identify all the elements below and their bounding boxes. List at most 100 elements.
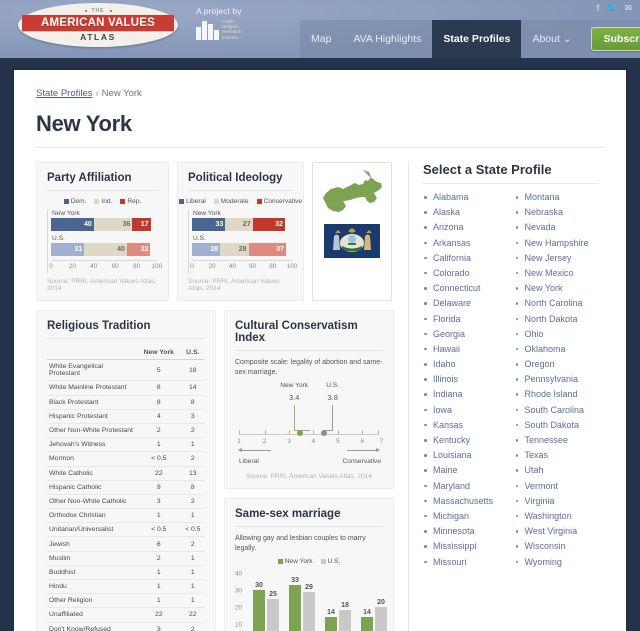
state-item-north-dakota[interactable]: North Dakota (515, 314, 599, 325)
card-cultural-conservatism: Cultural Conservatism Index Composite sc… (224, 310, 394, 489)
prri-logo[interactable]: Public Religion Research Institute (196, 19, 286, 40)
state-item-indiana[interactable]: Indiana (423, 389, 507, 400)
state-item-pennsylvania[interactable]: Pennsylvania (515, 374, 599, 385)
pa-tick-0: 0 (49, 263, 53, 270)
pa-tick-40: 40 (90, 263, 98, 270)
state-item-virginia[interactable]: Virginia (515, 496, 599, 507)
row-ny: 6 (137, 536, 181, 552)
state-item-massachusetts[interactable]: Massachusetts (423, 496, 507, 507)
right-stack: Cultural Conservatism Index Composite sc… (224, 310, 394, 631)
state-item-washington[interactable]: Washington (515, 511, 599, 522)
row-us: 2 (180, 423, 205, 439)
row-us: 1 (180, 565, 205, 581)
legend-conservative: Conservative (256, 198, 302, 205)
state-item-new-jersey[interactable]: New Jersey (515, 253, 599, 264)
state-item-mississippi[interactable]: Mississippi (423, 541, 507, 552)
nav-item-map[interactable]: Map (300, 20, 342, 58)
state-item-kansas[interactable]: Kansas (423, 420, 507, 431)
state-item-south-dakota[interactable]: South Dakota (515, 420, 599, 431)
state-item-nebraska[interactable]: Nebraska (515, 207, 599, 218)
state-item-nevada[interactable]: Nevada (515, 222, 599, 233)
state-item-north-carolina[interactable]: North Carolina (515, 298, 599, 309)
state-item-wisconsin[interactable]: Wisconsin (515, 541, 599, 552)
site-header: THE AMERICAN VALUES ATLAS A project by P… (0, 0, 640, 58)
twitter-icon[interactable]: 🐦 (606, 4, 617, 13)
state-item-utah[interactable]: Utah (515, 465, 599, 476)
state-item-colorado[interactable]: Colorado (423, 268, 507, 279)
state-item-illinois[interactable]: Illinois (423, 374, 507, 385)
email-icon[interactable]: ✉ (624, 4, 632, 13)
state-item-california[interactable]: California (423, 253, 507, 264)
legend-ind: Ind. (94, 198, 112, 205)
nav-item-state-profiles[interactable]: State Profiles (432, 20, 522, 58)
state-item-kentucky[interactable]: Kentucky (423, 435, 507, 446)
ssm-group-favor: 33 29 (289, 577, 315, 631)
state-item-florida[interactable]: Florida (423, 314, 507, 325)
state-item-tennessee[interactable]: Tennessee (515, 435, 599, 446)
row-us: 8 (180, 395, 205, 410)
state-item-texas[interactable]: Texas (515, 450, 599, 461)
state-item-maine[interactable]: Maine (423, 465, 507, 476)
col-header-label (47, 346, 138, 361)
state-list-column-1: Alabama Alaska Arizona Arkansas Californ… (423, 192, 507, 572)
state-item-georgia[interactable]: Georgia (423, 329, 507, 340)
state-item-minnesota[interactable]: Minnesota (423, 526, 507, 537)
state-item-arizona[interactable]: Arizona (423, 222, 507, 233)
state-item-hawaii[interactable]: Hawaii (423, 344, 507, 355)
nav-item-about[interactable]: About ⌄ (521, 20, 582, 58)
state-item-delaware[interactable]: Delaware (423, 298, 507, 309)
state-item-idaho[interactable]: Idaho (423, 359, 507, 370)
new-york-state-flag (324, 224, 380, 261)
state-list-column-2: Montana Nebraska Nevada New Hampshire Ne… (515, 192, 599, 572)
state-item-rhode-island[interactable]: Rhode Island (515, 389, 599, 400)
row-us: 14 (180, 380, 205, 396)
state-item-montana[interactable]: Montana (515, 192, 599, 203)
state-item-alaska[interactable]: Alaska (423, 207, 507, 218)
cci-marker-ny (297, 430, 304, 436)
state-item-west-virginia[interactable]: West Virginia (515, 526, 599, 537)
table-row: Jehovah's Witness 1 1 (47, 437, 205, 453)
state-item-oklahoma[interactable]: Oklahoma (515, 344, 599, 355)
left-column: Party Affiliation Dem. Ind. Rep. New Yor… (36, 162, 394, 631)
page-title: New York (36, 111, 132, 136)
state-item-wyoming[interactable]: Wyoming (515, 557, 599, 568)
pa-tick-20: 20 (68, 263, 76, 270)
state-item-maryland[interactable]: Maryland (423, 481, 507, 492)
prri-line4: Institute (222, 34, 239, 40)
pi-source: Source: PRRI, American Values Atlas, 201… (188, 278, 280, 292)
state-item-michigan[interactable]: Michigan (423, 511, 507, 522)
cci-arrow-right (347, 448, 380, 452)
state-item-iowa[interactable]: Iowa (423, 405, 507, 416)
state-map-panel (312, 162, 392, 301)
subscribe-button[interactable]: Subscribe (590, 27, 640, 51)
state-item-new-hampshire[interactable]: New Hampshire (515, 238, 599, 249)
ssm-y-30: 30 (235, 587, 243, 595)
state-item-alabama[interactable]: Alabama (423, 192, 507, 203)
political-ideology-chart: New York 33 27 32 U.S. 28 28 37 0 20 40 … (188, 210, 297, 273)
ssm-bar-us-3: 20 (375, 599, 387, 631)
pa-ny-rep: 17 (132, 218, 151, 231)
row-ny: 8 (137, 380, 181, 396)
pa-stack-us: 31 40 22 (51, 243, 158, 256)
table-row: White Catholic 22 13 (47, 466, 205, 481)
state-item-vermont[interactable]: Vermont (515, 481, 599, 492)
state-item-louisiana[interactable]: Louisiana (423, 450, 507, 461)
state-item-missouri[interactable]: Missouri (423, 557, 507, 568)
state-item-new-mexico[interactable]: New Mexico (515, 268, 599, 279)
state-item-oregon[interactable]: Oregon (515, 359, 599, 370)
col-header-ny: New York (137, 346, 181, 361)
site-logo[interactable]: THE AMERICAN VALUES ATLAS (18, 3, 178, 49)
state-item-ohio[interactable]: Ohio (515, 329, 599, 340)
state-item-arkansas[interactable]: Arkansas (423, 238, 507, 249)
nav-item-ava-highlights[interactable]: AVA Highlights (342, 20, 432, 58)
state-item-connecticut[interactable]: Connecticut (423, 283, 507, 294)
state-item-south-carolina[interactable]: South Carolina (515, 405, 599, 416)
card-same-sex-marriage: Same-sex marriage Allowing gay and lesbi… (224, 498, 394, 631)
cci-axis-line (239, 434, 379, 435)
breadcrumb-parent-link[interactable]: State Profiles (36, 88, 93, 99)
facebook-icon[interactable]: f (597, 4, 600, 13)
row-ny: 8 (137, 395, 181, 410)
state-item-new-york[interactable]: New York (515, 283, 599, 294)
political-ideology-legend: Liberal Moderate Conservative (178, 198, 302, 205)
logo-banner: AMERICAN VALUES (22, 15, 174, 31)
